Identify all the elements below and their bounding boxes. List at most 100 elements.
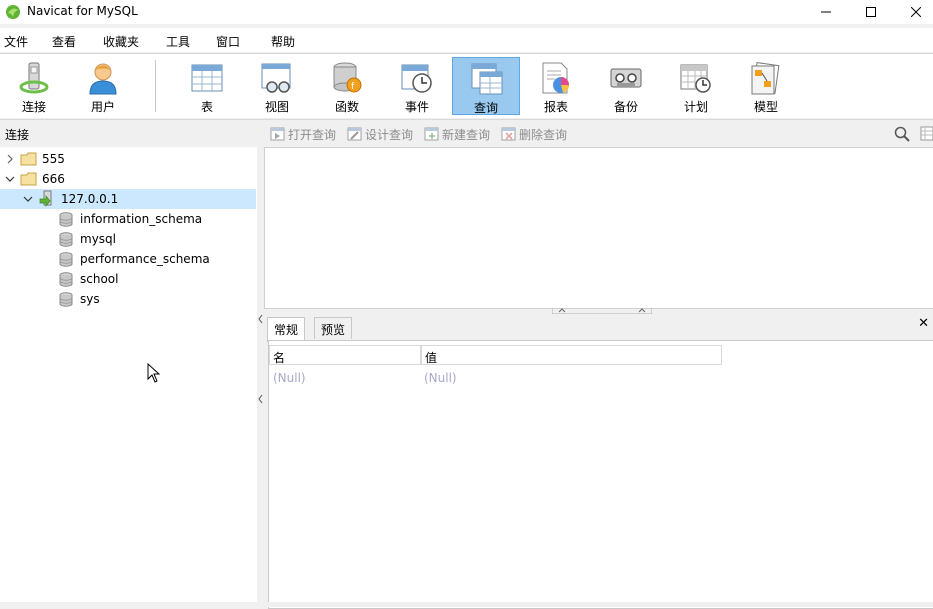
toolbar-label: 模型 (753, 100, 778, 114)
toolbar-backup-button[interactable]: 备份 (592, 57, 660, 115)
database-icon (59, 212, 73, 227)
close-icon (911, 7, 921, 17)
search-icon[interactable] (894, 126, 910, 142)
event-icon (401, 64, 432, 93)
design-query-label: 设计查询 (365, 127, 414, 142)
report-icon (542, 62, 569, 94)
maximize-icon (866, 7, 876, 17)
menu-file[interactable]: 文件 (4, 33, 28, 50)
column-header-value[interactable]: 值 (421, 345, 722, 365)
toolbar-divider-line (0, 119, 933, 120)
tree-item-label: information_schema (80, 212, 203, 226)
close-button[interactable] (893, 0, 933, 24)
tree-item-group[interactable]: 666 (0, 169, 256, 189)
toolbar-view-button[interactable]: 视图 (243, 57, 311, 115)
column-header-name[interactable]: 名 (269, 345, 421, 365)
tree-item-connection[interactable]: 127.0.0.1 (0, 189, 256, 209)
open-query-label: 打开查询 (288, 127, 337, 142)
connection-panel-title: 连接 (5, 128, 30, 142)
collapse-left-icon[interactable] (258, 392, 263, 406)
database-icon (59, 292, 73, 307)
sub-header: 连接 打开查询 设计查询 新建查询 删除查询 (0, 121, 933, 147)
model-icon (751, 62, 780, 95)
toolbar-query-button[interactable]: 查询 (452, 57, 520, 115)
mouse-cursor-icon (147, 363, 161, 383)
tree-item-database[interactable]: sys (0, 289, 256, 309)
open-query-button[interactable]: 打开查询 (270, 125, 336, 143)
schedule-icon (680, 64, 711, 93)
view-icon (261, 63, 291, 93)
toolbar-function-button[interactable]: f 函数 (313, 57, 381, 115)
tree-item-database[interactable]: performance_schema (0, 249, 256, 269)
status-strip (0, 602, 933, 607)
chevron-down-icon[interactable] (23, 195, 33, 203)
delete-query-label: 删除查询 (519, 127, 568, 142)
toolbar-event-button[interactable]: 事件 (383, 57, 451, 115)
menu-tools[interactable]: 工具 (166, 33, 190, 50)
user-icon (89, 63, 117, 95)
chevron-down-icon[interactable] (5, 175, 15, 183)
function-icon: f (333, 62, 362, 93)
delete-query-button[interactable]: 删除查询 (501, 125, 567, 143)
database-icon (59, 272, 73, 287)
table-icon (191, 64, 223, 92)
menu-help[interactable]: 帮助 (271, 33, 295, 50)
toolbar-table-button[interactable]: 表 (173, 57, 241, 115)
toolbar-model-button[interactable]: 模型 (732, 57, 800, 115)
info-panel: 常规 预览 ✕ 名 值 (Null) (Null) (264, 314, 933, 609)
toolbar-label: 视图 (264, 100, 289, 114)
tree-item-label: 127.0.0.1 (61, 192, 119, 206)
toolbar-label: 连接 (21, 100, 46, 114)
toolbar-report-button[interactable]: 报表 (522, 57, 590, 115)
menu-bar: 文件 查看 收藏夹 工具 窗口 帮助 (0, 28, 933, 52)
tree-item-database[interactable]: information_schema (0, 209, 256, 229)
new-query-icon (424, 127, 439, 141)
maximize-button[interactable] (848, 0, 894, 24)
list-view-icon[interactable] (920, 126, 933, 142)
toolbar-user-button[interactable]: 用户 (69, 57, 137, 115)
menu-favorites[interactable]: 收藏夹 (103, 33, 139, 50)
properties-grid: 名 值 (Null) (Null) (268, 340, 933, 609)
tab-preview[interactable]: 预览 (314, 317, 353, 339)
tree-item-group[interactable]: 555 (0, 149, 256, 169)
toolbar-label: 计划 (683, 100, 708, 114)
connection-icon (39, 190, 52, 207)
design-query-button[interactable]: 设计查询 (347, 125, 413, 143)
tree-item-label: performance_schema (80, 252, 210, 266)
folder-open-icon (20, 172, 37, 186)
close-panel-icon[interactable]: ✕ (918, 316, 929, 331)
toolbar-label: 查询 (473, 101, 498, 115)
toolbar-label: 报表 (543, 100, 568, 114)
toolbar-divider (155, 60, 156, 112)
cell-value: (Null) (424, 371, 457, 385)
vertical-splitter[interactable] (257, 147, 264, 602)
toolbar-label: 备份 (613, 100, 638, 114)
new-query-label: 新建查询 (442, 127, 491, 142)
connection-tree: 555 666 127.0.0.1 information_schema mys… (0, 147, 258, 603)
delete-query-icon (501, 127, 516, 141)
backup-icon (610, 68, 642, 88)
menu-window[interactable]: 窗口 (216, 33, 240, 50)
toolbar-schedule-button[interactable]: 计划 (662, 57, 730, 115)
chevron-right-icon[interactable] (6, 154, 14, 164)
toolbar-label: 表 (200, 100, 213, 114)
navicat-logo-icon (6, 5, 20, 19)
new-query-button[interactable]: 新建查询 (424, 125, 490, 143)
tab-general[interactable]: 常规 (267, 317, 306, 342)
folder-icon (20, 152, 37, 166)
window-title: Navicat for MySQL (27, 4, 138, 18)
tree-item-label: 666 (42, 172, 65, 186)
connection-icon (19, 62, 49, 94)
database-icon (59, 232, 73, 247)
object-list-area[interactable] (264, 147, 933, 309)
menu-view[interactable]: 查看 (52, 33, 76, 50)
toolbar-connection-button[interactable]: 连接 (0, 57, 68, 115)
collapse-left-icon[interactable] (258, 312, 263, 326)
toolbar-label: 用户 (90, 100, 115, 114)
minimize-icon (821, 11, 831, 13)
tree-item-database[interactable]: school (0, 269, 256, 289)
minimize-button[interactable] (803, 0, 849, 24)
tree-item-label: school (80, 272, 119, 286)
cell-name: (Null) (273, 371, 306, 385)
tree-item-database[interactable]: mysql (0, 229, 256, 249)
